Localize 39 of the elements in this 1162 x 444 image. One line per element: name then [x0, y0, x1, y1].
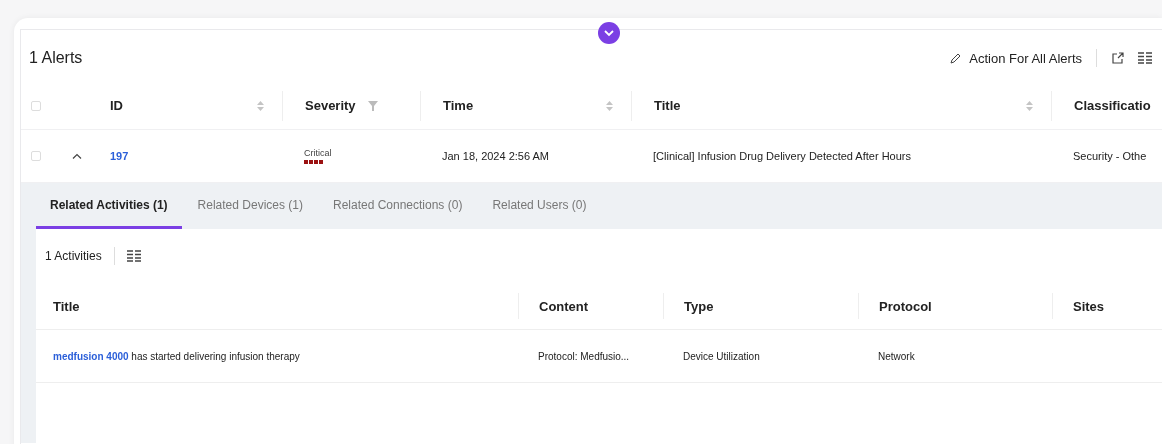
sort-icon[interactable]: [257, 100, 264, 111]
chevron-down-icon: [604, 29, 614, 37]
column-header[interactable]: Time: [443, 98, 474, 113]
column-header[interactable]: ID: [110, 98, 123, 113]
alerts-count: 1 Alerts: [29, 49, 83, 67]
tab[interactable]: Related Users (0): [478, 183, 601, 229]
tab[interactable]: Related Devices (1): [183, 183, 317, 229]
select-all-checkbox[interactable]: [31, 100, 41, 111]
column-header[interactable]: Sites: [1073, 298, 1105, 314]
table-cell: Security - Othe: [1073, 150, 1147, 162]
column-header[interactable]: Content: [539, 298, 589, 314]
severity-label: Critical: [304, 148, 333, 158]
table-cell: Jan 18, 2024 2:56 AM: [442, 150, 550, 162]
activity-title: medfusion 4000 has started delivering infusion therapy: [53, 350, 300, 362]
activities-count: 1 Activities: [45, 249, 102, 263]
table-cell: Protocol: Medfusio...: [538, 350, 630, 362]
column-header[interactable]: Type: [684, 298, 714, 314]
column-header[interactable]: Severity: [305, 98, 356, 113]
device-link[interactable]: medfusion 4000: [53, 350, 129, 362]
alert-id-link[interactable]: 197: [110, 150, 129, 162]
table-cell: Device Utilization: [683, 350, 760, 362]
action-for-all-alerts-button[interactable]: Action For All Alerts: [950, 50, 1082, 66]
sort-icon[interactable]: [1026, 100, 1033, 111]
columns-icon[interactable]: [126, 250, 141, 262]
row-checkbox[interactable]: [31, 151, 41, 161]
tab[interactable]: Related Connections (0): [318, 183, 477, 229]
collapse-button[interactable]: [598, 22, 620, 44]
columns-icon[interactable]: [1138, 52, 1152, 64]
chevron-up-icon[interactable]: [72, 153, 82, 159]
export-icon[interactable]: [1111, 51, 1124, 65]
filter-icon[interactable]: [367, 100, 378, 111]
column-header[interactable]: Protocol: [879, 298, 932, 314]
column-header[interactable]: Title: [654, 98, 681, 113]
column-header[interactable]: Title: [53, 298, 80, 314]
sort-icon[interactable]: [606, 100, 613, 111]
table-cell: [Clinical] Infusion Drug Delivery Detected After Hours: [653, 150, 911, 162]
table-cell: Network: [878, 350, 915, 362]
column-header[interactable]: Classificatio: [1074, 98, 1151, 113]
pencil-icon: [950, 52, 962, 64]
